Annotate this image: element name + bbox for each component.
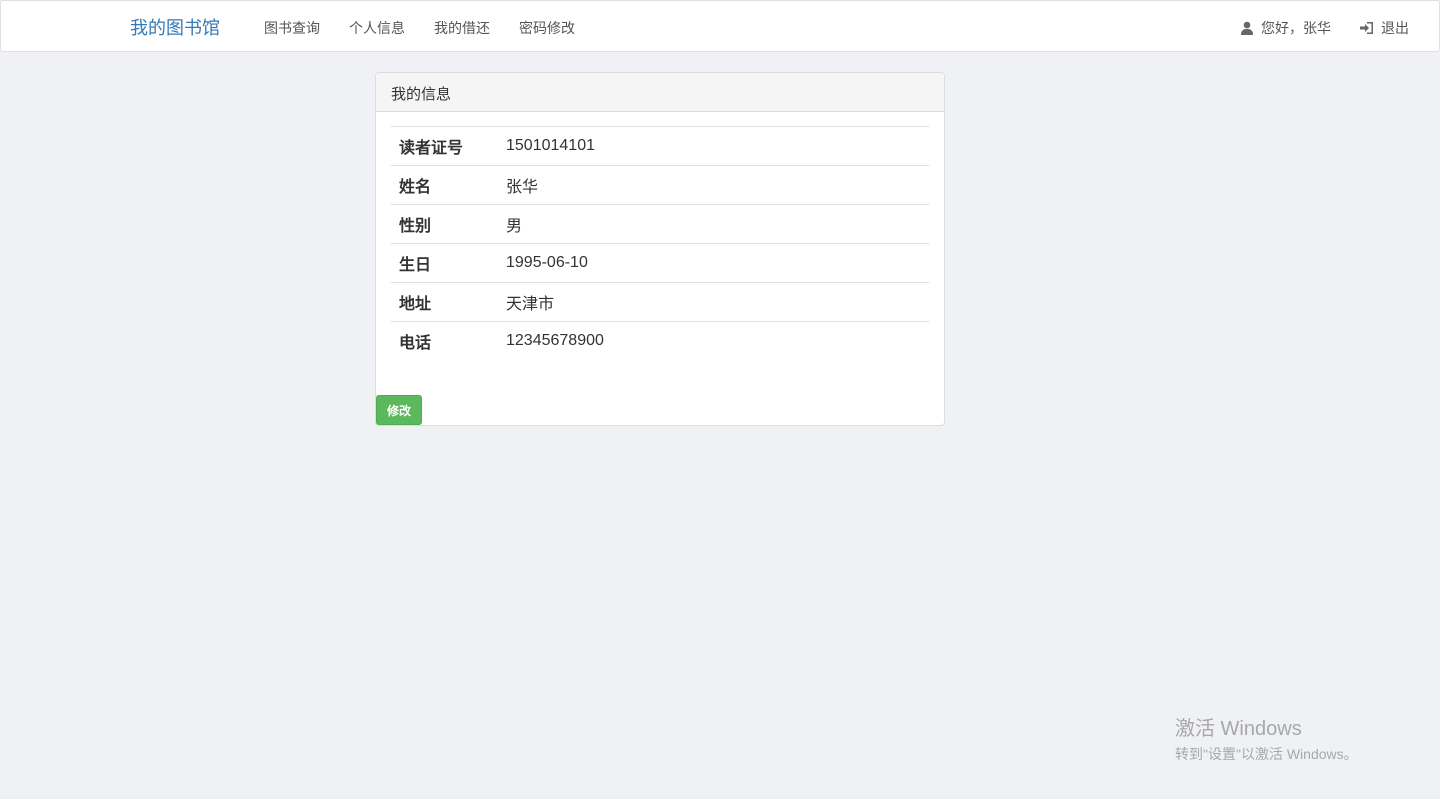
row-value: 12345678900 [498,321,929,361]
row-label: 姓名 [391,165,498,205]
watermark-subtitle: 转到"设置"以激活 Windows。 [1175,746,1358,762]
logout-label: 退出 [1381,20,1409,36]
reader-info-table: 读者证号 1501014101 姓名 张华 性别 男 生日 1995-06-10… [391,126,929,361]
user-icon [1241,21,1253,35]
row-label: 读者证号 [391,126,498,166]
table-row: 电话 12345678900 [391,321,929,361]
logout-link[interactable]: 退出 [1360,18,1409,38]
row-value: 男 [498,204,929,244]
row-label: 性别 [391,204,498,244]
watermark-title: 激活 Windows [1175,718,1302,740]
row-label: 生日 [391,243,498,283]
nav-my-borrowing[interactable]: 我的借还 [434,18,490,38]
table-row: 姓名 张华 [391,165,929,205]
row-value: 1501014101 [498,126,929,166]
sign-in-icon [1360,22,1373,34]
top-navbar: 我的图书馆 图书查询 个人信息 我的借还 密码修改 您好，张华 退出 [0,0,1440,52]
nav-personal-info[interactable]: 个人信息 [349,18,405,38]
brand-link[interactable]: 我的图书馆 [130,14,220,40]
row-value: 张华 [498,165,929,205]
nav-book-search[interactable]: 图书查询 [264,18,320,38]
row-label: 电话 [391,321,498,361]
user-nav: 您好，张华 退出 [1240,18,1409,38]
edit-button[interactable]: 修改 [376,395,422,425]
nav-change-password[interactable]: 密码修改 [519,18,575,38]
user-greeting-link[interactable]: 您好，张华 [1240,18,1331,38]
table-row: 性别 男 [391,204,929,244]
table-row: 读者证号 1501014101 [391,126,929,166]
row-value: 天津市 [498,282,929,322]
table-row: 地址 天津市 [391,282,929,322]
row-value: 1995-06-10 [498,243,929,283]
main-nav: 图书查询 个人信息 我的借还 密码修改 [264,18,604,38]
user-greeting: 您好，张华 [1261,20,1331,36]
my-info-panel: 我的信息 读者证号 1501014101 姓名 张华 性别 男 生日 1995-… [375,72,945,426]
windows-activation-watermark: 激活 Windows 转到"设置"以激活 Windows。 [1175,712,1358,764]
table-row: 生日 1995-06-10 [391,243,929,283]
row-label: 地址 [391,282,498,322]
panel-title: 我的信息 [376,73,944,112]
